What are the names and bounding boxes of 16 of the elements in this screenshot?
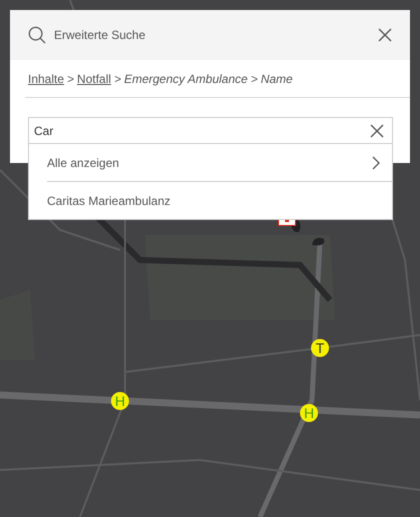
suggestion-item[interactable]: Caritas Marieambulanz: [29, 182, 392, 219]
breadcrumb-separator: >: [67, 72, 74, 86]
search-field[interactable]: Car: [28, 117, 393, 144]
close-button[interactable]: [378, 28, 392, 42]
breadcrumb-separator: >: [250, 72, 258, 86]
breadcrumb-link[interactable]: Inhalte: [28, 72, 64, 86]
suggestion-item[interactable]: Alle anzeigen: [47, 144, 392, 182]
breadcrumb-separator: >: [114, 72, 122, 86]
breadcrumb-text: Emergency Ambulance: [124, 72, 248, 86]
breadcrumb-link[interactable]: Notfall: [77, 72, 112, 86]
chevron-right-icon: [372, 156, 380, 170]
breadcrumb-text: Name: [260, 72, 293, 86]
search-input[interactable]: Car: [34, 124, 370, 138]
dialog-title: Erweiterte Suche: [54, 28, 146, 42]
search-icon: [28, 26, 46, 44]
clear-button[interactable]: [370, 124, 384, 138]
